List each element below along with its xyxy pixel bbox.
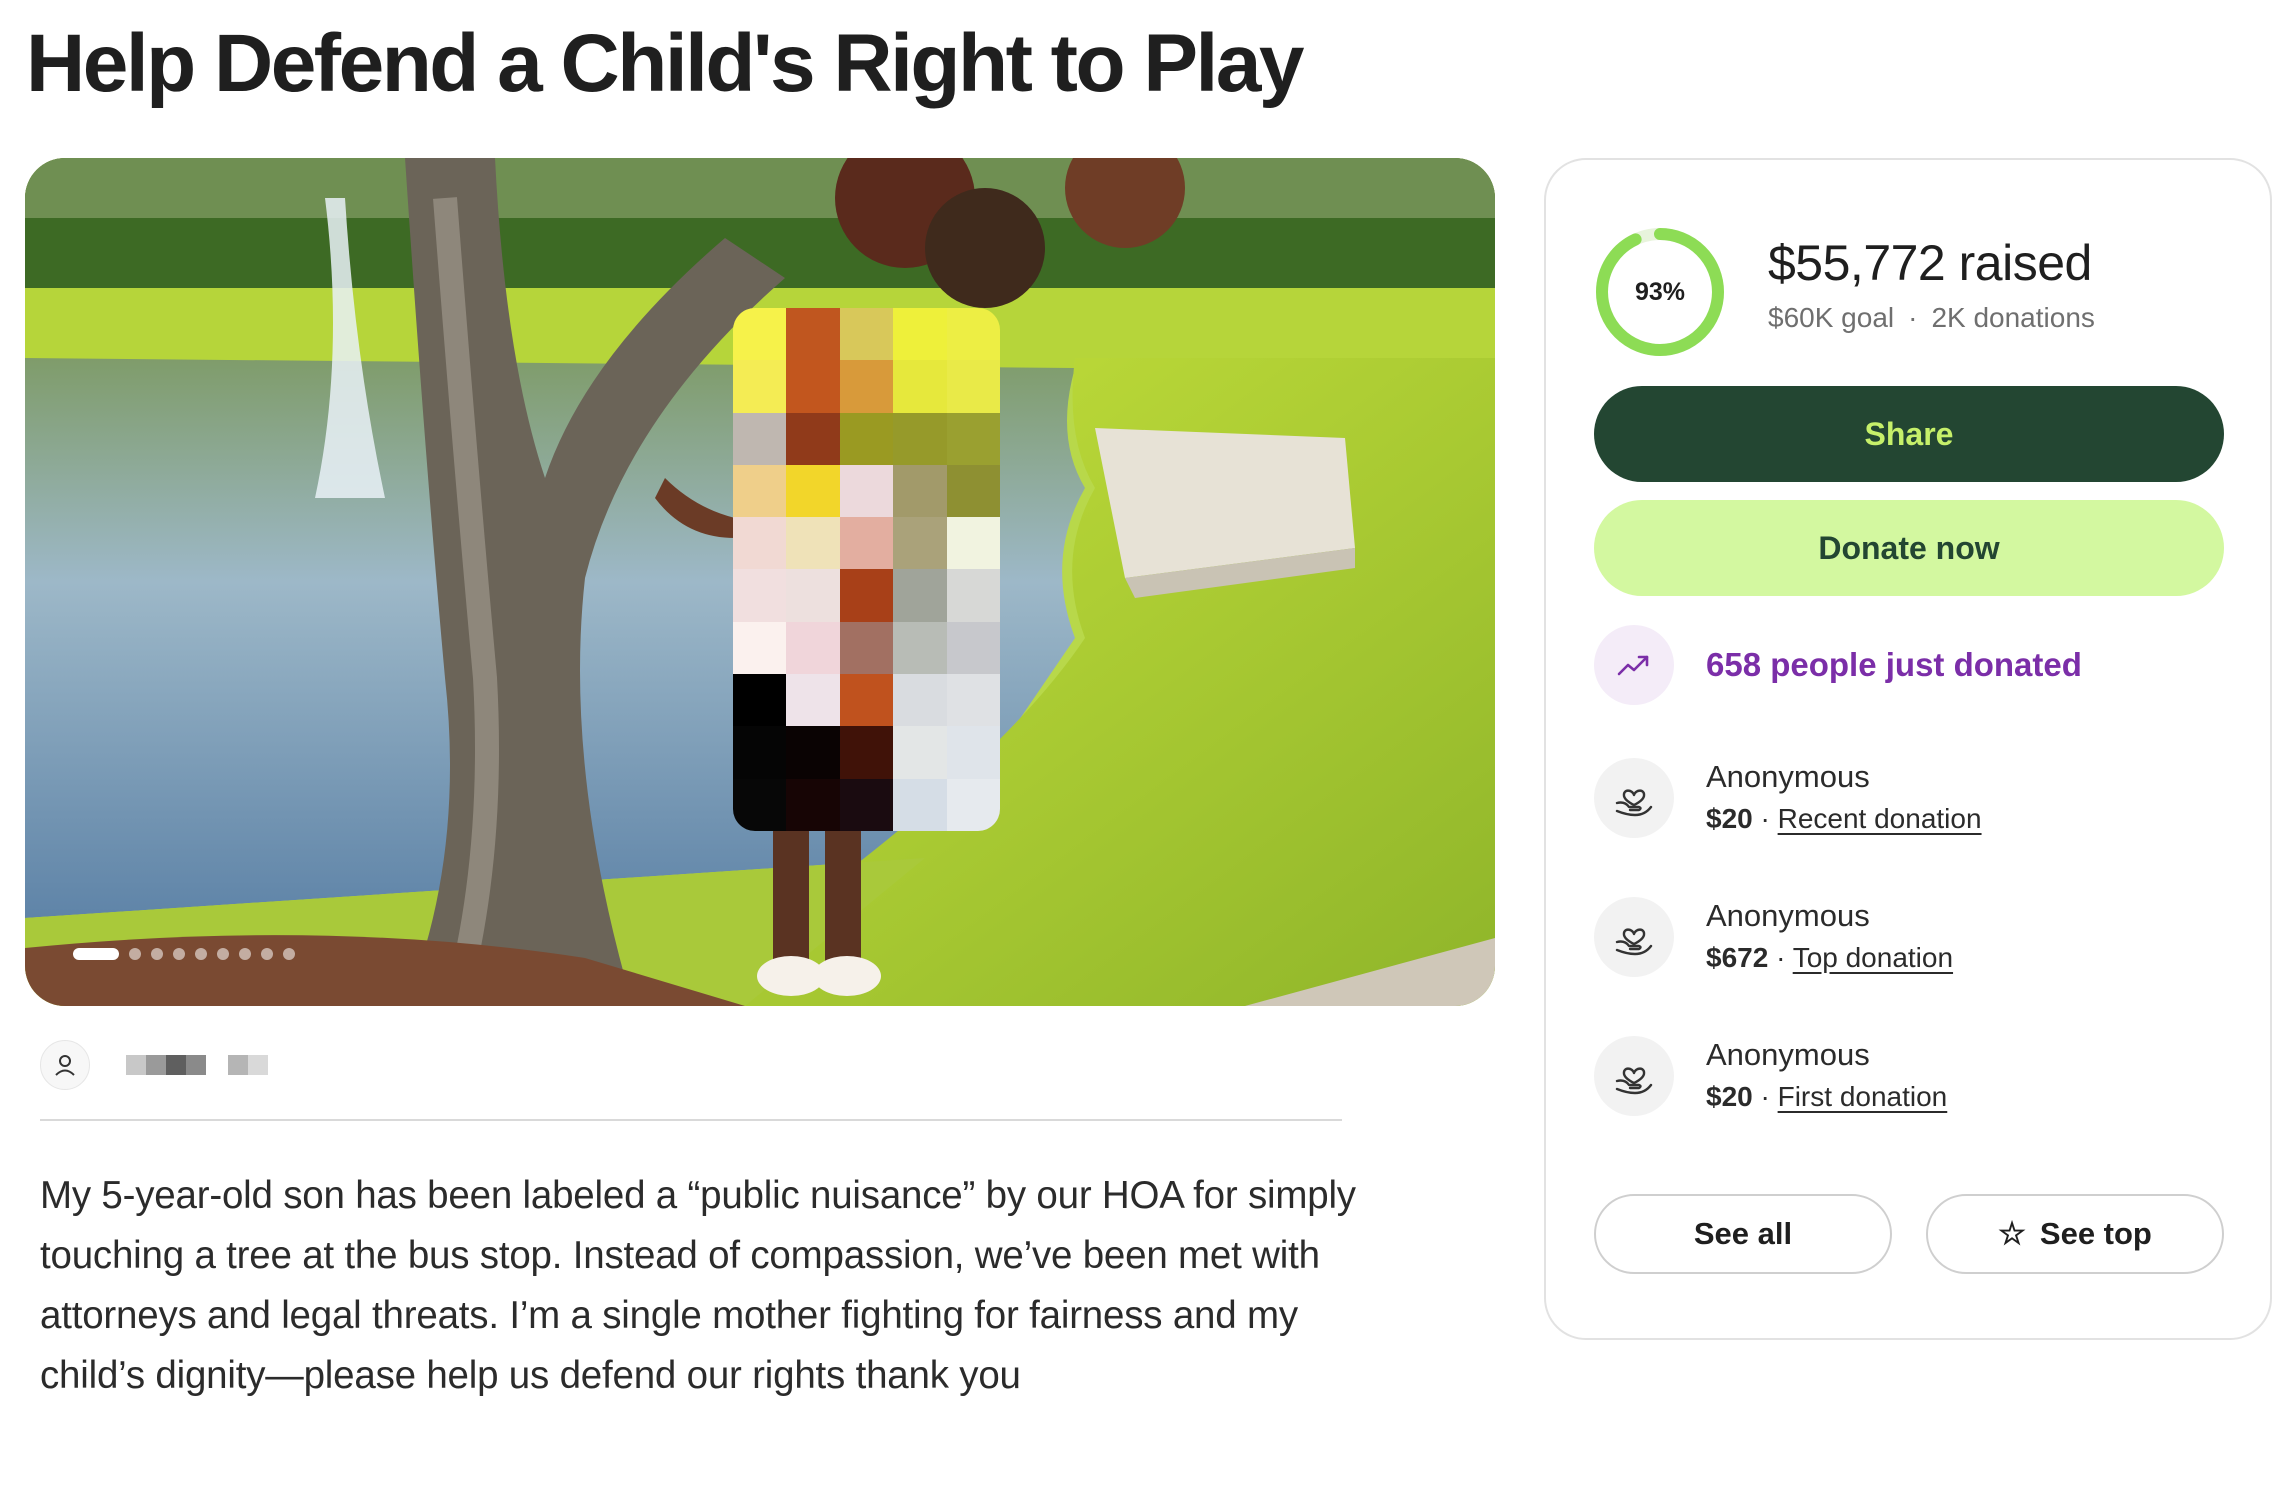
- organizer-name-redacted: [126, 1055, 268, 1075]
- donor-name: Anonymous: [1706, 759, 1870, 794]
- see-top-button[interactable]: ☆ See top: [1926, 1194, 2224, 1274]
- carousel-dot[interactable]: [217, 948, 229, 960]
- trend-text: 658 people just donated: [1706, 646, 2082, 683]
- donation-type-link[interactable]: First donation: [1778, 1081, 1948, 1112]
- heart-hand-icon: [1594, 758, 1674, 838]
- donation-amount: $20: [1706, 1081, 1753, 1112]
- campaign-story: My 5-year-old son has been labeled a “pu…: [40, 1174, 1356, 1397]
- carousel-dot[interactable]: [239, 948, 251, 960]
- donation-amount: $20: [1706, 803, 1753, 834]
- divider: [40, 1119, 1342, 1121]
- goal-meta: $60K goal · 2K donations: [1768, 302, 2095, 334]
- donor-item: Anonymous $672 · Top donation: [1594, 895, 1953, 979]
- carousel-dot[interactable]: [283, 948, 295, 960]
- carousel-dot[interactable]: [151, 948, 163, 960]
- goal-amount: $60K goal: [1768, 302, 1895, 333]
- meta-separator: ·: [1908, 302, 1918, 333]
- separator-dot: ·: [1760, 1081, 1770, 1112]
- recent-donations-trend: 658 people just donated: [1594, 625, 2082, 705]
- donor-item: Anonymous $20 · First donation: [1594, 1034, 1947, 1118]
- heart-hand-icon: [1594, 897, 1674, 977]
- amount-raised: $55,772 raised: [1768, 235, 2092, 291]
- star-icon: ☆: [1998, 1216, 2026, 1251]
- donation-amount: $672: [1706, 942, 1769, 973]
- campaign-photo[interactable]: ← →: [25, 158, 1495, 1006]
- carousel-dot[interactable]: [195, 948, 207, 960]
- carousel-indicator[interactable]: [73, 948, 295, 960]
- separator-dot: ·: [1776, 942, 1786, 973]
- organizer[interactable]: [40, 1040, 268, 1090]
- donation-count: 2K donations: [1931, 302, 2095, 333]
- donation-type-link[interactable]: Top donation: [1793, 942, 1953, 973]
- donor-name: Anonymous: [1706, 898, 1870, 933]
- donation-type-link[interactable]: Recent donation: [1778, 803, 1982, 834]
- carousel-dot[interactable]: [261, 948, 273, 960]
- see-top-label: See top: [2039, 1216, 2152, 1251]
- see-all-button[interactable]: See all: [1594, 1194, 1892, 1274]
- carousel-dot[interactable]: [73, 948, 119, 960]
- carousel-dot[interactable]: [129, 948, 141, 960]
- blurred-face: [733, 308, 1000, 831]
- page-title: Help Defend a Child's Right to Play: [26, 18, 1305, 109]
- progress-percent: 93%: [1634, 277, 1686, 306]
- carousel-dot[interactable]: [173, 948, 185, 960]
- heart-hand-icon: [1594, 1036, 1674, 1116]
- trending-up-icon: [1594, 625, 1674, 705]
- separator-dot: ·: [1760, 803, 1770, 834]
- donor-name: Anonymous: [1706, 1037, 1870, 1072]
- donor-item: Anonymous $20 · Recent donation: [1594, 756, 1982, 840]
- donation-card: 93% $55,772 raised $60K goal · 2K donati…: [1544, 158, 2272, 1340]
- share-button[interactable]: Share: [1594, 386, 2224, 482]
- user-icon: [40, 1040, 90, 1090]
- donate-now-button[interactable]: Donate now: [1594, 500, 2224, 596]
